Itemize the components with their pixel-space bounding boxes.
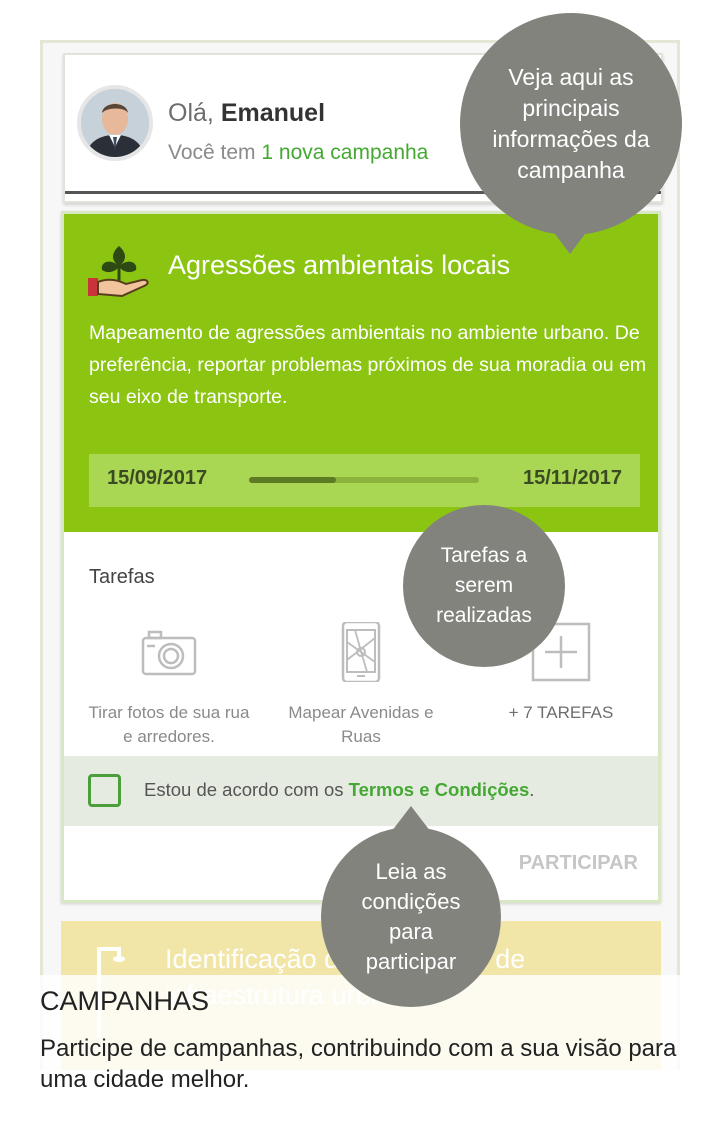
tooltip-tasks-text: Tarefas a serem realizadas <box>436 544 532 627</box>
section-title: CAMPANHAS <box>40 986 210 1016</box>
avatar-photo-icon <box>81 89 149 157</box>
terms-checkbox[interactable] <box>88 774 121 807</box>
greeting: Olá, Emanuel <box>168 99 325 128</box>
campaign-card: Agressões ambientais locais Mapeamento d… <box>61 211 661 903</box>
tooltip-terms: Leia as condições para participar <box>321 827 501 1007</box>
terms-link[interactable]: Termos e Condições <box>349 779 530 800</box>
campaign-header: Agressões ambientais locais Mapeamento d… <box>64 214 658 532</box>
end-date: 15/11/2017 <box>523 467 622 489</box>
task-map-streets[interactable]: Mapear Avenidas e Ruas <box>276 620 446 749</box>
terms-prefix: Estou de acordo com os <box>144 779 344 800</box>
task-label: + 7 TAREFAS <box>508 703 614 722</box>
avatar[interactable] <box>77 85 153 161</box>
task-label: Mapear Avenidas e Ruas <box>288 703 434 746</box>
campaign-description: Mapeamento de agressões ambientais no am… <box>89 322 647 408</box>
campaign-progress-fill <box>249 477 337 483</box>
campaign-title: Agressões ambientais locais <box>168 250 511 280</box>
tooltip-campaign-info: Veja aqui as principais informações da c… <box>460 13 682 235</box>
plant-in-hand-icon <box>88 246 149 298</box>
notification-text: Você tem 1 nova campanha <box>168 141 428 165</box>
terms-text: Estou de acordo com os Termos e Condiçõe… <box>144 779 534 801</box>
task-label: Tirar fotos de sua rua e arredores. <box>88 703 250 746</box>
tooltip-terms-text: Leia as condições para participar <box>361 859 461 974</box>
campaign-progress <box>249 477 479 483</box>
greeting-prefix: Olá, <box>168 99 214 127</box>
tooltip-tasks: Tarefas a serem realizadas <box>403 505 565 667</box>
section-description: Participe de campanhas, contribuindo com… <box>40 1035 677 1093</box>
start-date: 15/09/2017 <box>107 467 208 489</box>
user-name: Emanuel <box>220 99 326 127</box>
terms-agreement-row: Estou de acordo com os Termos e Condiçõe… <box>64 756 658 826</box>
participate-button[interactable]: PARTICIPAR <box>519 852 638 875</box>
terms-suffix: . <box>529 779 535 800</box>
notification-prefix: Você tem <box>168 141 256 164</box>
phone-map-icon <box>341 620 381 684</box>
tasks-title: Tarefas <box>89 566 155 588</box>
new-campaign-link[interactable]: 1 nova campanha <box>261 141 428 164</box>
task-photos[interactable]: Tirar fotos de sua rua e arredores. <box>84 622 254 749</box>
campaign-date-bar: 15/09/2017 15/11/2017 <box>89 454 640 507</box>
tooltip-info-text: Veja aqui as principais informações da c… <box>492 64 650 183</box>
camera-icon <box>141 630 197 676</box>
